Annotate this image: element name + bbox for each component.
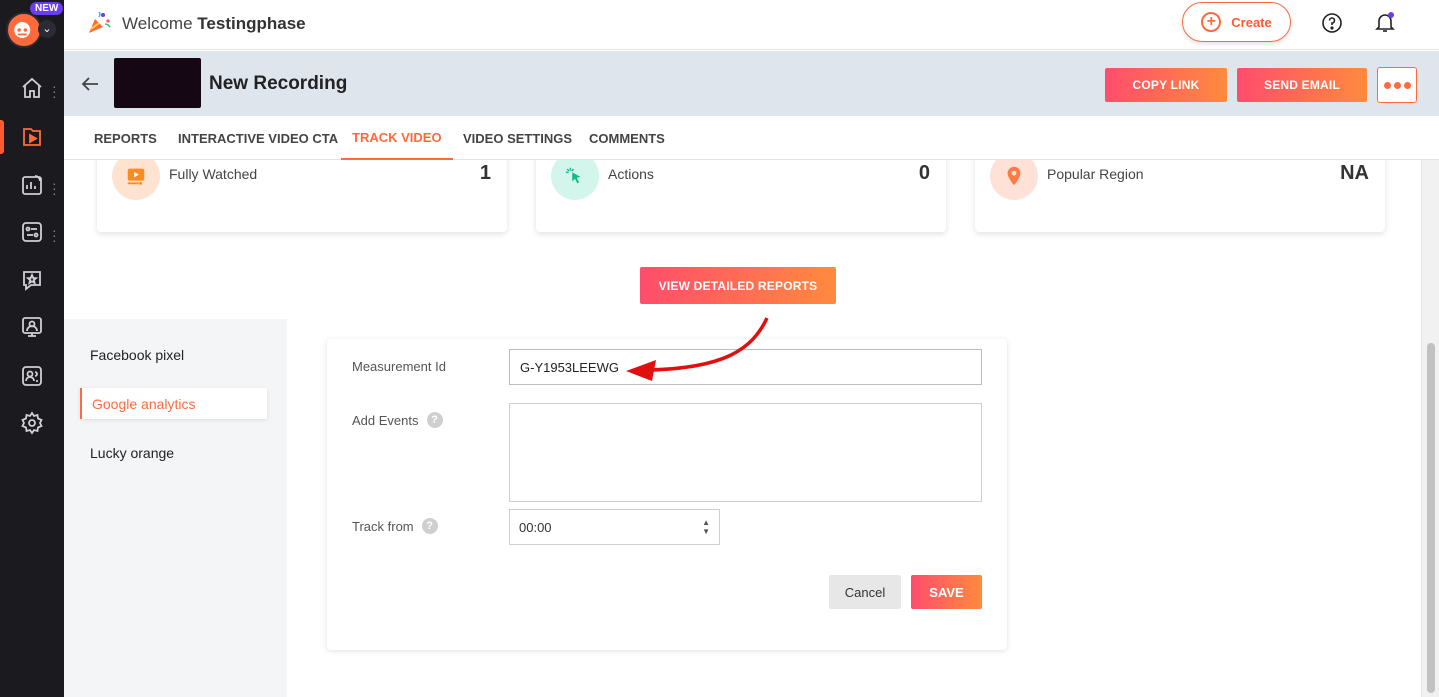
menu-item-facebook-pixel[interactable]: Facebook pixel: [80, 339, 267, 370]
location-pin-icon: [990, 160, 1038, 200]
gear-icon[interactable]: [18, 409, 46, 437]
party-popper-icon: [86, 10, 112, 36]
measurement-id-input[interactable]: G-Y1953LEEWG: [509, 349, 982, 385]
integrations-menu: Facebook pixel Google analytics Lucky or…: [64, 319, 287, 697]
measurement-id-text: Measurement Id: [352, 359, 446, 374]
plus-circle-icon: +: [1201, 12, 1222, 32]
settings-panel-icon[interactable]: [18, 218, 46, 246]
more-options-button[interactable]: [1377, 67, 1417, 103]
stat-label: Fully Watched: [169, 166, 258, 182]
add-events-label: Add Events ?: [352, 412, 443, 428]
help-tooltip-icon[interactable]: ?: [426, 412, 443, 428]
create-button[interactable]: + Create: [1182, 2, 1291, 42]
help-icon[interactable]: [1321, 12, 1343, 34]
tab-track-video[interactable]: TRACK VIDEO: [341, 116, 453, 160]
dot-icon: [1383, 81, 1391, 89]
google-analytics-form: Measurement Id G-Y1953LEEWG Add Events ?…: [327, 339, 1007, 650]
add-events-textarea[interactable]: [509, 403, 982, 502]
stat-value: 0: [918, 162, 930, 184]
create-label: Create: [1231, 14, 1272, 30]
video-thumbnail[interactable]: [114, 58, 201, 108]
top-header: Welcome Testingphase + Create: [64, 0, 1439, 50]
avatar[interactable]: [6, 12, 42, 48]
recording-title: New Recording: [209, 73, 348, 94]
stat-card-fully-watched: Fully Watched 1: [97, 160, 507, 232]
home-icon[interactable]: [18, 74, 46, 102]
vertical-scrollbar[interactable]: [1421, 160, 1439, 697]
stat-card-popular-region: Popular Region NA: [975, 160, 1385, 232]
add-events-text: Add Events: [352, 412, 419, 428]
help-tooltip-icon[interactable]: ?: [421, 518, 438, 534]
welcome-text: Welcome Testingphase: [122, 14, 306, 34]
cursor-click-icon: [551, 160, 599, 200]
track-from-text: Track from: [352, 518, 414, 534]
new-badge: NEW: [30, 2, 64, 15]
account-menu[interactable]: ⌄ NEW: [6, 2, 64, 48]
main-content: Fully Watched 1 Actions 0 Popular Region…: [64, 160, 1439, 697]
more-dots-icon[interactable]: · · ·: [52, 79, 58, 103]
scrollbar-thumb[interactable]: [1427, 343, 1435, 693]
track-from-label: Track from ?: [352, 518, 438, 534]
measurement-id-label: Measurement Id: [352, 359, 446, 374]
cancel-button[interactable]: Cancel: [829, 575, 901, 609]
copy-link-button[interactable]: COPY LINK: [1105, 68, 1227, 102]
stat-label: Popular Region: [1047, 166, 1144, 182]
video-icon[interactable]: [18, 123, 46, 151]
active-indicator: [0, 120, 4, 154]
feedback-icon[interactable]: [18, 266, 46, 294]
stat-value: 1: [479, 162, 491, 184]
spinner-arrows-icon[interactable]: ▲ ▼: [702, 518, 710, 536]
presenter-icon[interactable]: [18, 313, 46, 341]
more-dots-icon[interactable]: · · ·: [52, 223, 58, 247]
dot-icon: [1393, 81, 1401, 89]
analytics-icon[interactable]: [18, 171, 46, 199]
tab-comments[interactable]: COMMENTS: [578, 116, 676, 160]
track-from-time-input[interactable]: 00:00 ▲ ▼: [509, 509, 720, 545]
welcome-prefix: Welcome: [122, 14, 193, 33]
send-email-button[interactable]: SEND EMAIL: [1237, 68, 1367, 102]
back-arrow-icon[interactable]: [78, 72, 102, 96]
menu-item-lucky-orange[interactable]: Lucky orange: [80, 437, 267, 468]
tab-video-settings[interactable]: VIDEO SETTINGS: [452, 116, 583, 160]
welcome-user: Testingphase: [197, 14, 306, 33]
menu-item-google-analytics[interactable]: Google analytics: [80, 388, 267, 419]
dot-icon: [1403, 81, 1411, 89]
contacts-icon[interactable]: [18, 362, 46, 390]
view-detailed-reports-button[interactable]: VIEW DETAILED REPORTS: [640, 267, 836, 304]
recording-header: New Recording COPY LINK SEND EMAIL: [64, 51, 1439, 116]
left-rail: ⌄ NEW · · · · · · · · ·: [0, 0, 64, 697]
tab-interactive-video-cta[interactable]: INTERACTIVE VIDEO CTA: [167, 116, 349, 160]
stat-value: NA: [1340, 162, 1369, 184]
more-dots-icon[interactable]: · · ·: [52, 176, 58, 200]
stat-label: Actions: [608, 166, 654, 182]
save-button[interactable]: SAVE: [911, 575, 982, 609]
track-from-value: 00:00: [519, 519, 552, 535]
tab-reports[interactable]: REPORTS: [83, 116, 168, 160]
tab-bar: REPORTS INTERACTIVE VIDEO CTA TRACK VIDE…: [64, 116, 1439, 160]
video-play-icon: [112, 160, 160, 200]
chevron-down-icon[interactable]: ⌄: [38, 20, 56, 38]
notification-bell-icon[interactable]: [1373, 10, 1397, 34]
stat-card-actions: Actions 0: [536, 160, 946, 232]
